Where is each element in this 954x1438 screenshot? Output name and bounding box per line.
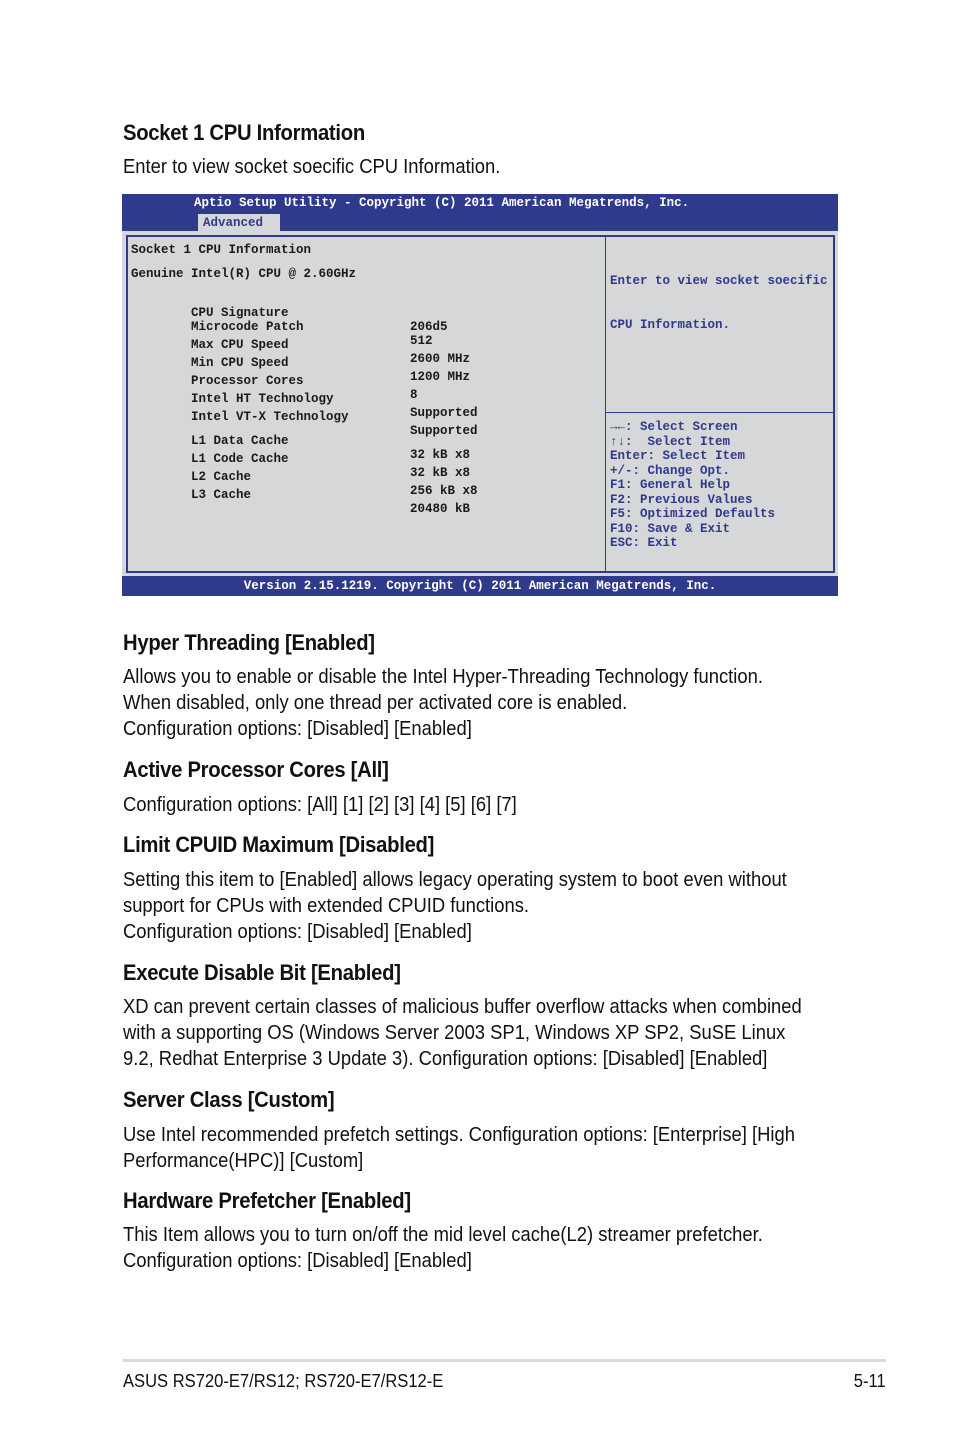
hardware-prefetcher-heading: Hardware Prefetcher [Enabled] (123, 1188, 411, 1213)
cache-label: L3 Cache (191, 488, 252, 502)
key-enter: Enter: Select Item (610, 449, 746, 463)
cache-value: 32 kB x8 (410, 466, 471, 480)
description-line: Performance(HPC)] [Custom] (123, 1150, 364, 1172)
socket-cpu-info-description: Enter to view socket soecific CPU Inform… (123, 154, 850, 180)
description-line: This Item allows you to turn on/off the … (123, 1224, 763, 1246)
description-line: Setting this item to [Enabled] allows le… (123, 869, 787, 891)
key-select-item-arrows: ↑↓: Select Item (610, 434, 731, 449)
footer-product-name: ASUS RS720-E7/RS12; RS720-E7/RS12-E (123, 1371, 444, 1391)
key-change-opt: +/-: Change Opt. (610, 463, 731, 478)
limit-cpuid-description: Setting this item to [Enabled] allows le… (123, 867, 850, 945)
cache-value: 32 kB x8 (410, 448, 471, 462)
info-value: Supported (410, 424, 478, 438)
server-class-heading: Server Class [Custom] (123, 1087, 335, 1112)
key-f1-help: F1: General Help (610, 478, 731, 492)
bios-screenshot: Aptio Setup Utility - Copyright (C) 2011… (122, 194, 838, 596)
description-line: Allows you to enable or disable the Inte… (123, 666, 763, 688)
execute-disable-bit-description: XD can prevent certain classes of malici… (123, 994, 850, 1072)
description-line: Configuration options: [All] [1] [2] [3]… (123, 794, 517, 816)
description-line: support for CPUs with extended CPUID fun… (123, 895, 530, 917)
info-value: Supported (410, 406, 478, 420)
key-select-screen: →←: Select Screen (610, 420, 738, 434)
info-value: 8 (410, 388, 418, 402)
cache-value: 20480 kB (410, 502, 471, 516)
hyper-threading-description: Allows you to enable or disable the Inte… (123, 664, 850, 742)
bios-key-legend: →←: Select Screen ↑↓: Select Item Enter:… (610, 420, 775, 551)
bios-version-footer: Version 2.15.1219. Copyright (C) 2011 Am… (122, 576, 838, 596)
tab-advanced[interactable]: Advanced (198, 214, 280, 231)
key-esc-exit: ESC: Exit (610, 536, 678, 550)
description-line: Use Intel recommended prefetch settings.… (123, 1124, 795, 1146)
help-line: Enter to view socket soecific (610, 274, 828, 288)
cache-row: L3 Cache 20480 kB (131, 474, 470, 530)
description-line: Configuration options: [Disabled] [Enabl… (123, 921, 472, 943)
key-f5-defaults: F5: Optimized Defaults (610, 507, 776, 521)
hyper-threading-heading: Hyper Threading [Enabled] (123, 630, 375, 655)
key-f2-previous: F2: Previous Values (610, 492, 753, 507)
socket-cpu-info-heading: Socket 1 CPU Information (123, 120, 365, 145)
description-line: When disabled, only one thread per activ… (123, 692, 628, 714)
bios-vertical-divider (605, 237, 606, 571)
bios-title-bar: Aptio Setup Utility - Copyright (C) 2011… (122, 194, 838, 231)
info-value: 206d5 (410, 320, 448, 334)
bios-cpu-name: Genuine Intel(R) CPU @ 2.60GHz (131, 267, 357, 281)
help-line: CPU Information. (610, 317, 731, 332)
bios-help-text: Enter to view socket soecific CPU Inform… (610, 245, 828, 361)
description-line: XD can prevent certain classes of malici… (123, 996, 802, 1018)
bios-main-frame: Socket 1 CPU Information Genuine Intel(R… (126, 235, 835, 573)
bios-title: Aptio Setup Utility - Copyright (C) 2011… (194, 196, 690, 210)
key-f10-save: F10: Save & Exit (610, 521, 731, 536)
description-line: 9.2, Redhat Enterprise 3 Update 3). Conf… (123, 1048, 768, 1070)
execute-disable-bit-heading: Execute Disable Bit [Enabled] (123, 960, 401, 985)
description-line: Configuration options: [Disabled] [Enabl… (123, 718, 472, 740)
bios-section-title[interactable]: Socket 1 CPU Information (131, 243, 311, 257)
cache-value: 256 kB x8 (410, 484, 478, 498)
server-class-description: Use Intel recommended prefetch settings.… (123, 1122, 850, 1174)
description-line: Configuration options: [Disabled] [Enabl… (123, 1250, 472, 1272)
limit-cpuid-heading: Limit CPUID Maximum [Disabled] (123, 832, 435, 857)
description-line: with a supporting OS (Windows Server 200… (123, 1022, 786, 1044)
bios-help-divider (605, 412, 833, 413)
info-value: 2600 MHz (410, 352, 471, 366)
hardware-prefetcher-description: This Item allows you to turn on/off the … (123, 1222, 850, 1274)
info-value: 512 (410, 334, 433, 348)
active-processor-cores-heading: Active Processor Cores [All] (123, 757, 389, 782)
footer-page-number: 5-11 (854, 1371, 886, 1391)
active-processor-cores-description: Configuration options: [All] [1] [2] [3]… (123, 792, 850, 818)
description-line: Enter to view socket soecific CPU Inform… (123, 156, 501, 178)
footer-divider (123, 1359, 886, 1362)
info-value: 1200 MHz (410, 370, 471, 384)
